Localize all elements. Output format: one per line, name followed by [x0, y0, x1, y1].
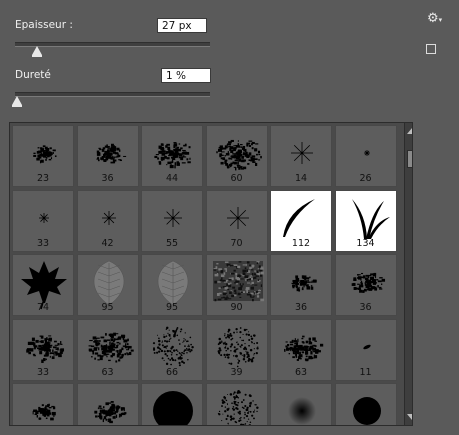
brush-preset[interactable]: 63: [270, 318, 332, 381]
brush-preset[interactable]: [141, 383, 203, 425]
size-label: Epaisseur :: [15, 19, 73, 31]
brush-size-label: 63: [294, 366, 308, 378]
brush-preset[interactable]: 33: [12, 318, 74, 381]
hardness-label: Dureté: [15, 69, 51, 81]
brush-size-label: 95: [165, 302, 179, 313]
brush-preset[interactable]: 90: [205, 254, 268, 316]
gear-icon[interactable]: ⚙▾: [427, 11, 442, 26]
brush-preset[interactable]: 44: [141, 125, 203, 187]
brush-preset[interactable]: [76, 383, 139, 425]
scroll-down-arrow[interactable]: [407, 414, 412, 420]
brush-preset[interactable]: [12, 383, 74, 425]
brush-size-label: 60: [230, 173, 243, 184]
size-slider-thumb[interactable]: [31, 46, 42, 57]
brush-size-label: 90: [230, 302, 243, 313]
brush-preset[interactable]: [205, 383, 268, 425]
brush-preset[interactable]: 26: [334, 125, 397, 187]
brush-preset[interactable]: 63: [76, 318, 139, 381]
brush-size-label: 95: [101, 302, 114, 313]
scrollbar-thumb[interactable]: [407, 150, 412, 168]
brush-size-label: 33: [36, 366, 50, 378]
brush-size-label: 23: [36, 173, 50, 184]
brush-preset[interactable]: 74: [12, 254, 74, 316]
hard-round-brush-icon: [153, 391, 193, 425]
brush-preset[interactable]: 36: [76, 125, 139, 187]
brush-preset[interactable]: 60: [205, 125, 268, 187]
splatter-brush-icon: [93, 401, 126, 424]
brush-preset[interactable]: 95: [141, 254, 203, 316]
hard-round-brush-icon: [352, 397, 381, 425]
brush-size-label: 55: [165, 237, 179, 249]
brush-size-label: 44: [165, 173, 179, 184]
brush-size-label: 14: [294, 173, 308, 184]
soft-round-brush-icon: [288, 397, 316, 425]
scrollbar[interactable]: [404, 123, 412, 425]
brush-preset[interactable]: 95: [76, 254, 139, 316]
brush-size-label: 39: [230, 366, 243, 378]
brush-size-label: 36: [294, 302, 308, 313]
brush-preset[interactable]: 14: [270, 125, 332, 187]
brush-size-label: 134: [356, 237, 375, 249]
brush-size-label: 11: [359, 366, 372, 378]
brush-preset[interactable]: 39: [205, 318, 268, 381]
brush-preset[interactable]: 134: [334, 189, 397, 252]
hardness-slider[interactable]: [15, 92, 210, 97]
brush-preset[interactable]: 11: [334, 318, 397, 381]
brush-preset[interactable]: 36: [334, 254, 397, 316]
brush-preset-picker: Epaisseur : 27 px Dureté 1 % ⚙▾ 23 36 44 60…: [0, 0, 459, 435]
brush-preset[interactable]: 42: [76, 189, 139, 252]
brush-size-label: 66: [165, 366, 179, 378]
brush-preset[interactable]: 36: [270, 254, 332, 316]
brush-preset[interactable]: 70: [205, 189, 268, 252]
size-field[interactable]: 27 px: [157, 18, 207, 33]
brush-size-label: 112: [291, 237, 311, 249]
dots-brush-icon: [217, 390, 259, 425]
hardness-field[interactable]: 1 %: [161, 68, 211, 83]
size-slider[interactable]: [15, 42, 210, 47]
scroll-up-arrow[interactable]: [407, 128, 412, 134]
brush-size-label: 42: [101, 237, 114, 249]
hardness-slider-thumb[interactable]: [11, 96, 22, 107]
brush-preset[interactable]: [270, 383, 332, 425]
new-preset-icon[interactable]: [426, 44, 436, 54]
brush-preset[interactable]: 33: [12, 189, 74, 252]
brush-size-label: 36: [359, 302, 372, 313]
brush-size-label: 70: [230, 237, 243, 249]
splatter-brush-icon: [32, 403, 56, 421]
brush-size-label: 63: [101, 366, 114, 378]
brush-size-label: 33: [36, 237, 50, 249]
brush-size-label: 36: [101, 173, 114, 184]
brush-size-label: 74: [36, 302, 50, 313]
brush-preset[interactable]: 55: [141, 189, 203, 252]
brush-preset[interactable]: 66: [141, 318, 203, 381]
brush-size-label: 26: [359, 173, 372, 184]
brush-preset[interactable]: [334, 383, 397, 425]
brush-preset[interactable]: 23: [12, 125, 74, 187]
brush-grid: 23 36 44 60 14 26 33 42 55 70 112 134 74 95 95 90 36 36 33…: [9, 122, 413, 426]
brush-preset[interactable]: 112: [270, 189, 332, 252]
